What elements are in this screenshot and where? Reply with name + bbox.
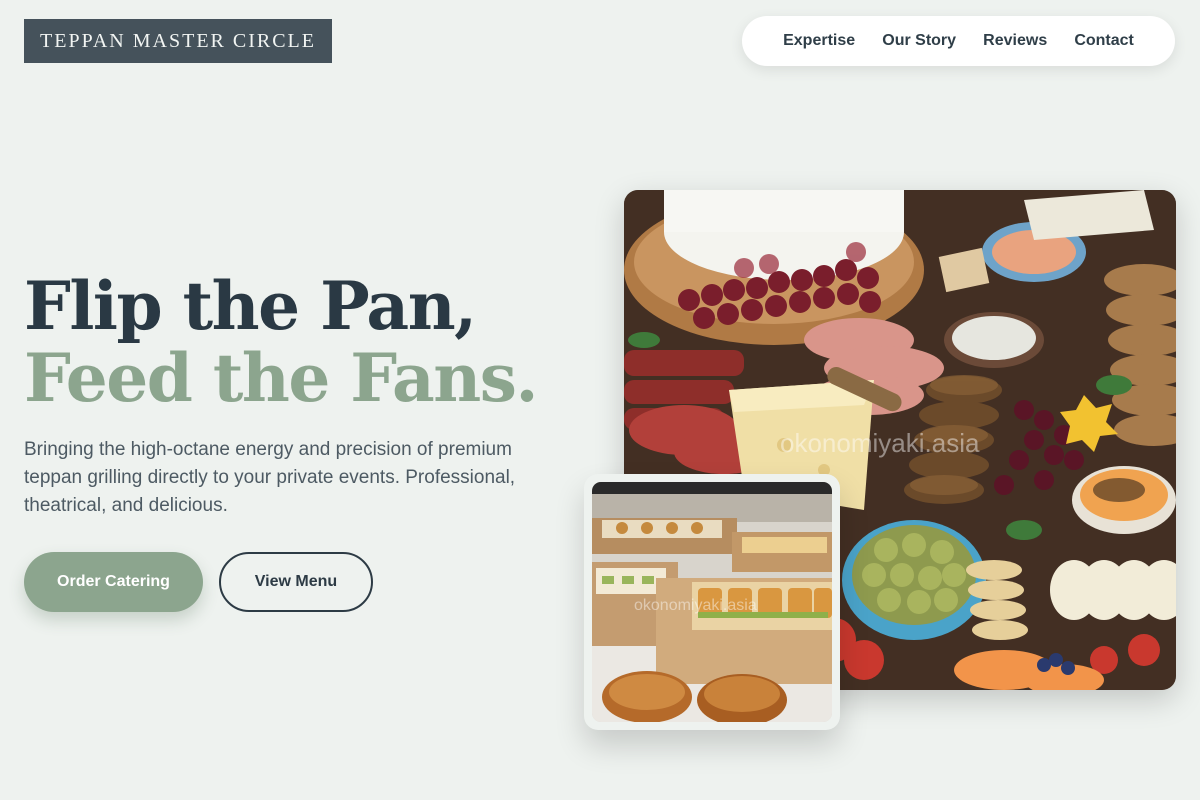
boxed-sandwiches-illustration: okonomiyaki.asia <box>592 482 832 722</box>
nav-item-our-story[interactable]: Our Story <box>882 32 956 50</box>
nav-item-reviews[interactable]: Reviews <box>983 32 1047 50</box>
order-catering-button[interactable]: Order Catering <box>24 552 203 612</box>
brand-logo-text: TEPPAN MASTER CIRCLE <box>40 29 316 52</box>
hero-headline-line1: Flip the Pan, <box>24 267 477 345</box>
hero-description: Bringing the high-octane energy and prec… <box>24 439 516 516</box>
brand-logo[interactable]: TEPPAN MASTER CIRCLE <box>24 19 332 63</box>
hero-headline: Flip the Pan, Feed the Fans. <box>24 267 538 417</box>
boxed-sandwiches-image: okonomiyaki.asia <box>592 482 832 722</box>
nav-item-expertise[interactable]: Expertise <box>783 32 855 50</box>
thumbnail-frame: okonomiyaki.asia <box>584 474 840 730</box>
main-nav: Expertise Our Story Reviews Contact <box>742 16 1175 66</box>
hero-headline-line2: Feed the Fans. <box>24 339 538 417</box>
nav-item-contact[interactable]: Contact <box>1074 32 1134 50</box>
view-menu-button[interactable]: View Menu <box>219 552 373 612</box>
watermark-main: okonomiyaki.asia <box>780 428 980 458</box>
watermark-thumb: okonomiyaki.asia <box>634 597 757 614</box>
